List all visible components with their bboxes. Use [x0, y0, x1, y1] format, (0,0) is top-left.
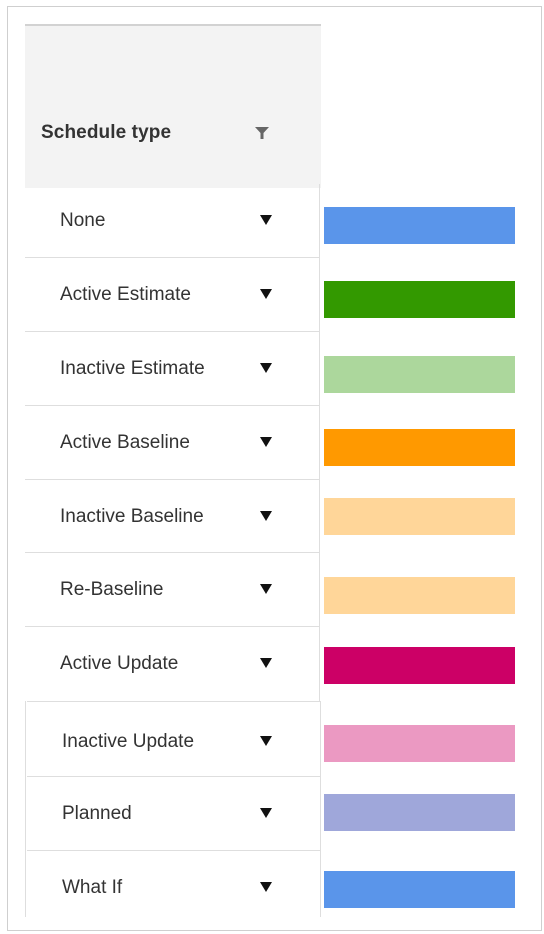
filter-icon[interactable]: [254, 125, 270, 141]
row-label: Inactive Estimate: [60, 358, 205, 379]
schedule-type-row-active-update[interactable]: Active Update: [25, 627, 319, 701]
dropdown-caret-icon[interactable]: [260, 437, 272, 447]
color-swatch-inactive-update[interactable]: [324, 725, 515, 762]
column-divider: [320, 701, 321, 917]
column-divider: [25, 701, 26, 917]
row-label: Active Estimate: [60, 284, 191, 305]
color-swatch-none[interactable]: [324, 207, 515, 244]
column-header-title: Schedule type: [41, 122, 172, 143]
dropdown-caret-icon[interactable]: [260, 584, 272, 594]
schedule-type-row-none[interactable]: None: [25, 188, 319, 258]
schedule-type-row-inactive-baseline[interactable]: Inactive Baseline: [25, 480, 319, 553]
color-swatch-active-update[interactable]: [324, 647, 515, 684]
dropdown-caret-icon[interactable]: [260, 289, 272, 299]
dropdown-caret-icon[interactable]: [260, 658, 272, 668]
schedule-type-row-what-if[interactable]: What If: [27, 851, 321, 917]
color-swatch-active-estimate[interactable]: [324, 281, 515, 318]
color-swatch-what-if[interactable]: [324, 871, 515, 908]
row-label: Planned: [62, 803, 132, 824]
color-swatch-planned[interactable]: [324, 794, 515, 831]
schedule-type-row-inactive-update[interactable]: Inactive Update: [27, 701, 321, 777]
row-label: Active Baseline: [60, 432, 190, 453]
color-swatch-inactive-estimate[interactable]: [324, 356, 515, 393]
schedule-type-row-planned[interactable]: Planned: [27, 777, 321, 851]
schedule-type-row-inactive-estimate[interactable]: Inactive Estimate: [25, 332, 319, 406]
row-label: Re-Baseline: [60, 579, 164, 600]
schedule-type-row-re-baseline[interactable]: Re-Baseline: [25, 553, 319, 627]
dropdown-caret-icon[interactable]: [260, 808, 272, 818]
schedule-type-row-active-baseline[interactable]: Active Baseline: [25, 406, 319, 480]
dropdown-caret-icon[interactable]: [260, 736, 272, 746]
column-header-schedule-type: Schedule type: [25, 24, 321, 184]
row-label: What If: [62, 877, 123, 898]
dropdown-caret-icon[interactable]: [260, 215, 272, 225]
row-label: Active Update: [60, 653, 179, 674]
schedule-type-row-active-estimate[interactable]: Active Estimate: [25, 258, 319, 332]
color-swatch-re-baseline[interactable]: [324, 577, 515, 614]
color-swatch-inactive-baseline[interactable]: [324, 498, 515, 535]
dropdown-caret-icon[interactable]: [260, 363, 272, 373]
dropdown-caret-icon[interactable]: [260, 882, 272, 892]
column-divider: [319, 184, 320, 701]
row-label: Inactive Update: [62, 731, 195, 752]
dropdown-caret-icon[interactable]: [260, 511, 272, 521]
row-label: Inactive Baseline: [60, 506, 204, 527]
row-label: None: [60, 210, 106, 231]
color-swatch-active-baseline[interactable]: [324, 429, 515, 466]
